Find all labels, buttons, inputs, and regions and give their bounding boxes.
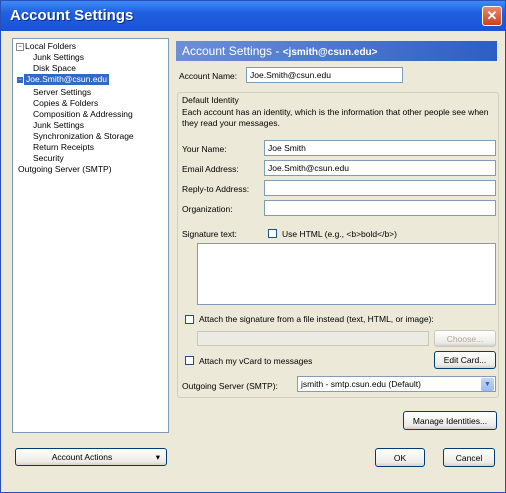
tree-item-sync-storage[interactable]: Synchronization & Storage (33, 131, 134, 142)
reply-to-input[interactable] (264, 180, 496, 196)
reply-to-label: Reply-to Address: (182, 184, 250, 194)
header-email: <jsmith@csun.edu> (282, 47, 378, 58)
email-input[interactable]: Joe.Smith@csun.edu (264, 160, 496, 176)
tree-item-security[interactable]: Security (33, 153, 64, 164)
edit-card-button[interactable]: Edit Card... (434, 351, 496, 369)
signature-file-input[interactable] (197, 331, 429, 346)
signature-label: Signature text: (182, 229, 237, 239)
settings-header: Account Settings - <jsmith@csun.edu> (176, 41, 497, 61)
account-actions-button[interactable]: Account Actions ▾ (15, 448, 167, 466)
signature-textarea[interactable] (197, 243, 496, 305)
your-name-label: Your Name: (182, 144, 227, 154)
tree-item-return-receipts[interactable]: Return Receipts (33, 142, 94, 153)
attach-signature-label: Attach the signature from a file instead… (199, 314, 434, 324)
close-icon: ✕ (486, 8, 498, 23)
smtp-label: Outgoing Server (SMTP): (182, 381, 278, 391)
tree-item-outgoing-server[interactable]: Outgoing Server (SMTP) (18, 164, 112, 175)
smtp-select[interactable]: jsmith - smtp.csun.edu (Default) ▼ (297, 376, 496, 392)
identity-description: Each account has an identity, which is t… (182, 107, 489, 128)
vcard-label: Attach my vCard to messages (199, 356, 313, 366)
tree-item-copies-folders[interactable]: Copies & Folders (33, 98, 98, 109)
choose-label: Choose... (446, 334, 484, 344)
tree-item-account[interactable]: Joe.Smith@csun.edu (24, 74, 109, 85)
manage-identities-label: Manage Identities... (412, 416, 488, 426)
cancel-button[interactable]: Cancel (443, 448, 495, 467)
use-html-checkbox[interactable] (268, 229, 277, 238)
chevron-down-icon[interactable]: ▼ (481, 378, 494, 391)
choose-button[interactable]: Choose... (434, 330, 496, 347)
vcard-checkbox[interactable] (185, 356, 194, 365)
ok-button[interactable]: OK (375, 448, 425, 467)
account-name-label: Account Name: (179, 71, 238, 81)
identity-legend: Default Identity (182, 95, 239, 105)
dropdown-arrow-icon: ▾ (155, 452, 160, 462)
email-label: Email Address: (182, 164, 239, 174)
use-html-label: Use HTML (e.g., <b>bold</b>) (282, 229, 397, 239)
account-tree[interactable]: − Local Folders Junk Settings Disk Space… (12, 38, 169, 433)
collapse-icon[interactable]: − (16, 43, 24, 51)
organization-input[interactable] (264, 200, 496, 216)
account-settings-window: Account Settings ✕ − Local Folders Junk … (0, 0, 506, 493)
attach-signature-checkbox[interactable] (185, 315, 194, 324)
close-button[interactable]: ✕ (482, 6, 502, 26)
window-title: Account Settings (10, 7, 134, 24)
collapse-icon[interactable]: − (16, 76, 24, 84)
smtp-selected-value: jsmith - smtp.csun.edu (Default) (301, 379, 421, 389)
tree-item-junk-settings[interactable]: Junk Settings (33, 120, 84, 131)
organization-label: Organization: (182, 204, 233, 214)
tree-item-server-settings[interactable]: Server Settings (33, 87, 91, 98)
header-title: Account Settings - (182, 44, 283, 58)
manage-identities-button[interactable]: Manage Identities... (403, 411, 497, 430)
account-actions-label: Account Actions (51, 452, 113, 462)
tree-item-disk-space[interactable]: Disk Space (33, 63, 76, 74)
tree-item-composition[interactable]: Composition & Addressing (33, 109, 133, 120)
tree-item-local-folders[interactable]: Local Folders (25, 41, 76, 52)
account-name-input[interactable]: Joe.Smith@csun.edu (246, 67, 403, 83)
ok-label: OK (393, 453, 407, 463)
your-name-input[interactable]: Joe Smith (264, 140, 496, 156)
cancel-label: Cancel (455, 453, 483, 463)
edit-card-label: Edit Card... (443, 355, 487, 365)
title-bar[interactable]: Account Settings ✕ (1, 1, 505, 31)
tree-item-junk-settings-local[interactable]: Junk Settings (33, 52, 84, 63)
